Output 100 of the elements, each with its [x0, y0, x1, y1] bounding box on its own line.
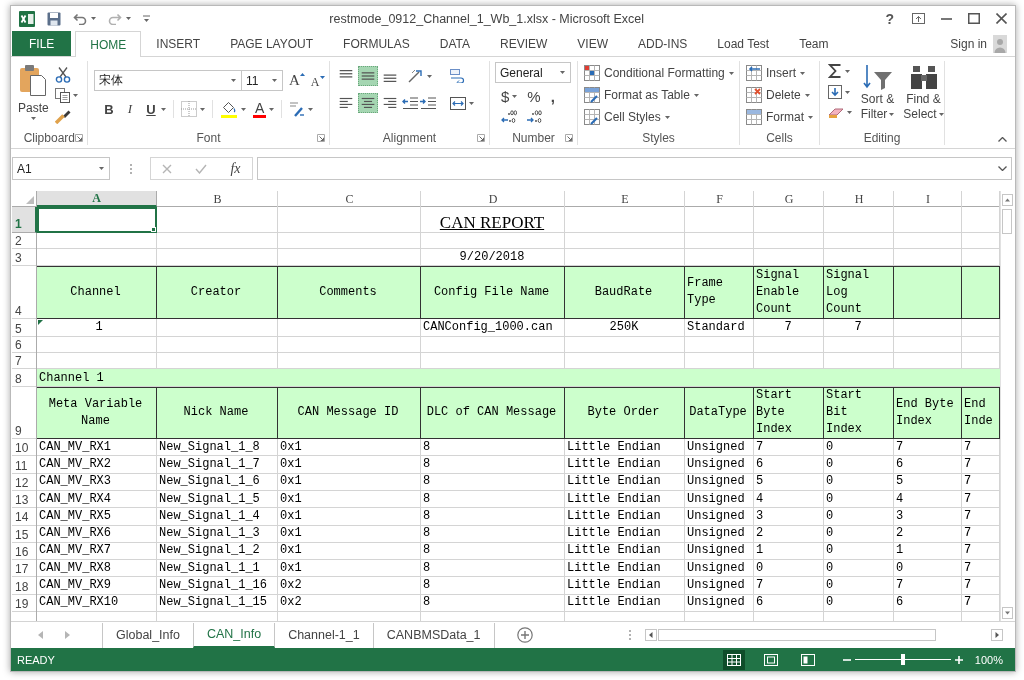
wrap-text-icon[interactable]	[450, 69, 466, 83]
zoom-in-icon[interactable]	[954, 655, 963, 664]
column-header[interactable]: G	[754, 191, 824, 207]
chevron-up-icon[interactable]	[998, 137, 1007, 142]
sheet-tab[interactable]: CAN_Info	[192, 622, 276, 648]
row-number[interactable]: 12	[12, 473, 37, 491]
ribbon-tab[interactable]: HOME	[75, 31, 142, 57]
caret-icon[interactable]	[231, 79, 236, 82]
underline-button[interactable]: U	[144, 101, 158, 117]
edit-text-icon[interactable]	[289, 101, 306, 117]
ribbon-tab[interactable]: FORMULAS	[328, 31, 425, 56]
row-number[interactable]: 5	[12, 319, 37, 337]
sheet-tab[interactable]: CANBMSData_1	[373, 622, 495, 648]
sheet-tab[interactable]: Channel-1_1	[275, 622, 374, 648]
comma-style-button[interactable]: ,	[550, 88, 555, 105]
row-number[interactable]: 10	[12, 439, 37, 457]
ribbon-tab[interactable]: REVIEW	[485, 31, 563, 56]
save-icon[interactable]	[47, 11, 61, 26]
row-number[interactable]: 11	[12, 456, 37, 474]
italic-button[interactable]: I	[123, 101, 137, 117]
ribbon-tab[interactable]: VIEW	[562, 31, 623, 56]
copy-icon[interactable]	[54, 88, 70, 103]
row-number[interactable]: 16	[12, 542, 37, 561]
scrollbar-thumb[interactable]	[1002, 209, 1012, 234]
column-header[interactable]: I	[894, 191, 962, 207]
column-header[interactable]: H	[824, 191, 894, 207]
cell-styles-button[interactable]: Cell Styles	[584, 108, 735, 126]
paint-bucket-icon[interactable]	[220, 100, 238, 118]
caret-icon[interactable]	[30, 117, 36, 120]
chevron-down-icon[interactable]	[998, 166, 1007, 171]
undo-icon[interactable]	[73, 12, 87, 25]
column-header[interactable]: F	[685, 191, 754, 207]
conditional-formatting-button[interactable]: Conditional Formatting	[584, 64, 735, 82]
scroll-down-icon[interactable]	[1001, 607, 1013, 619]
caret-icon[interactable]	[845, 69, 850, 73]
sign-in-link[interactable]: Sign in	[946, 31, 991, 56]
row-number[interactable]: 6	[12, 337, 37, 353]
caret-icon[interactable]	[664, 115, 670, 119]
row-number[interactable]: 2	[12, 233, 37, 249]
increase-indent-icon[interactable]	[420, 96, 436, 110]
decrease-indent-icon[interactable]	[402, 96, 418, 110]
format-button[interactable]: Format	[746, 108, 815, 126]
row-number[interactable]: 18	[12, 577, 37, 595]
minimize-icon[interactable]	[941, 17, 952, 20]
ribbon-tab[interactable]: FILE	[12, 31, 72, 56]
row-number[interactable]: 3	[12, 249, 37, 266]
ribbon-tab[interactable]: Load Test	[702, 31, 785, 56]
scroll-left-icon[interactable]	[644, 629, 657, 641]
insert-function-button[interactable]: fx	[230, 160, 241, 177]
caret-icon[interactable]	[804, 93, 810, 97]
row-number[interactable]: 8	[12, 369, 37, 387]
dialog-launcher-icon[interactable]	[75, 134, 83, 142]
caret-icon[interactable]	[200, 107, 205, 111]
scissors-icon[interactable]	[54, 67, 71, 83]
caret-icon[interactable]	[99, 167, 104, 170]
column-header[interactable]: A	[37, 191, 157, 207]
caret-icon[interactable]	[161, 107, 166, 111]
normal-view-icon[interactable]	[722, 649, 745, 670]
vertical-scrollbar[interactable]	[1000, 191, 1013, 621]
paste-button[interactable]: Paste	[18, 62, 49, 130]
row-number[interactable]: 4	[12, 266, 37, 319]
caret-icon[interactable]	[938, 113, 944, 117]
caret-icon[interactable]	[728, 71, 734, 75]
column-header[interactable]: B	[157, 191, 278, 207]
corner-triangle-icon[interactable]	[38, 320, 43, 325]
formula-input[interactable]	[257, 157, 1012, 180]
ribbon-display-icon[interactable]	[912, 13, 925, 24]
row-number[interactable]: 9	[12, 387, 37, 439]
caret-icon[interactable]	[808, 115, 813, 119]
ribbon-tab[interactable]: ADD-INS	[623, 31, 703, 56]
customize-toolbar-icon[interactable]	[143, 15, 150, 22]
spreadsheet-logo-icon[interactable]	[19, 10, 35, 27]
help-button[interactable]: ?	[883, 10, 896, 27]
row-number[interactable]: 1	[12, 207, 37, 233]
number-format-dropdown[interactable]: General	[495, 62, 571, 83]
find-select-button[interactable]: Find & Select	[903, 64, 944, 130]
caret-icon[interactable]	[845, 90, 850, 94]
caret-icon[interactable]	[889, 113, 895, 117]
font-color-button[interactable]: A	[253, 100, 267, 118]
row-number[interactable]: 13	[12, 490, 37, 509]
scroll-up-icon[interactable]	[1001, 194, 1013, 206]
row-number[interactable]: 17	[12, 560, 37, 578]
row-number[interactable]: 19	[12, 594, 37, 612]
insert-button[interactable]: Insert	[746, 64, 815, 82]
ribbon-tab[interactable]: PAGE LAYOUT	[215, 31, 329, 56]
dialog-launcher-icon[interactable]	[565, 134, 573, 142]
fill-down-icon[interactable]	[828, 85, 842, 99]
caret-icon[interactable]	[241, 107, 246, 111]
name-box[interactable]: A1	[12, 157, 110, 180]
zoom-slider-thumb[interactable]	[900, 654, 905, 665]
caret-icon[interactable]	[308, 107, 314, 111]
font-name-field[interactable]: 宋体	[94, 70, 242, 91]
ribbon-tab[interactable]: DATA	[424, 31, 485, 56]
currency-button[interactable]: $	[501, 88, 510, 105]
paintbrush-icon[interactable]	[54, 108, 71, 124]
active-cell[interactable]	[37, 207, 157, 233]
dialog-launcher-icon[interactable]	[317, 134, 325, 142]
grow-font-button[interactable]: A	[289, 72, 305, 89]
percent-button[interactable]: %	[527, 88, 541, 105]
ribbon-tab[interactable]: INSERT	[141, 31, 216, 56]
